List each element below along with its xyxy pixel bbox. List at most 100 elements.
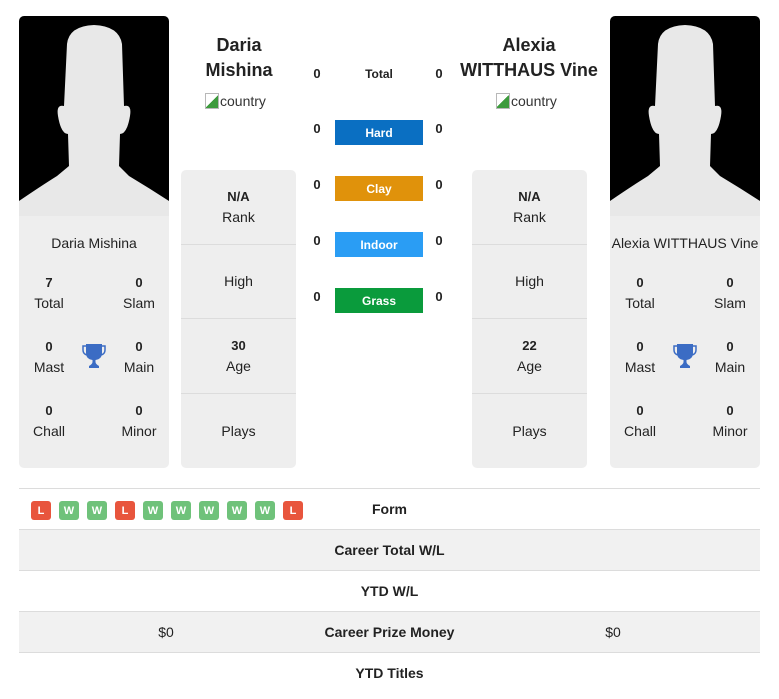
country-alt-text: country [220,93,266,109]
surface-badge-hard: Hard [335,120,423,145]
titles-main-label: Main [123,359,155,375]
stats-right-value: $0 [605,624,621,640]
h2h-indoor-row: 0 Indoor 0 [305,230,453,257]
form-badge-win[interactable]: W [87,501,107,520]
player-left-country-flag: country [205,93,266,109]
form-badge-loss[interactable]: L [283,501,303,520]
player-right-card: Alexia WITTHAUS Vine 0 Total 0 Slam 0 Ma… [610,16,760,468]
titles-minor: 0 Minor [700,401,760,441]
h2h-hard-right: 0 [435,121,443,136]
age-cell: 22 Age [472,319,587,394]
stats-row-career-wl: Career Total W/L [19,530,760,571]
titles-chall-value: 0 [636,403,644,418]
titles-mast-value: 0 [636,339,644,354]
titles-slam-value: 0 [726,275,734,290]
titles-total-value: 0 [636,275,644,290]
broken-image-icon [496,93,510,109]
plays-cell: Plays [472,394,587,469]
form-badge-win[interactable]: W [255,501,275,520]
player-right-info: N/A Rank High 22 Age Plays [472,170,587,468]
player-left-last-name: Mishina [205,60,273,80]
titles-minor-value: 0 [726,403,734,418]
titles-minor-label: Minor [712,423,748,439]
player-right-name[interactable]: Alexia WITTHAUS Vine [449,33,609,83]
player-left-card: Daria Mishina 7 Total 0 Slam 0 Mast 0 Ma… [19,16,169,468]
titles-main: 0 Main [109,337,169,377]
age-value: 30 [231,337,246,353]
player-right-card-name: Alexia WITTHAUS Vine [611,235,759,251]
titles-mast: 0 Mast [19,337,79,377]
h2h-indoor-right: 0 [435,233,443,248]
form-badge-loss[interactable]: L [115,501,135,520]
form-badge-win[interactable]: W [143,501,163,520]
titles-slam-label: Slam [123,295,155,311]
rank-cell: N/A Rank [181,170,296,245]
trophy-icon [82,344,106,368]
rank-label: Rank [513,208,546,225]
player-right-first-name: Alexia [502,35,556,55]
stats-left-value: $0 [158,624,174,640]
player-left-titles: 7 Total 0 Slam 0 Mast 0 Main 0 Chall 0 M… [19,273,169,468]
h2h-hard-row: 0 Hard 0 [305,118,453,145]
player-right-titles: 0 Total 0 Slam 0 Mast 0 Main 0 Chall 0 M… [610,273,760,468]
plays-cell: Plays [181,394,296,469]
high-cell: High [472,245,587,319]
form-badge-win[interactable]: W [59,501,79,520]
form-badge-win[interactable]: W [227,501,247,520]
stats-row-ytd-wl: YTD W/L [19,571,760,612]
silhouette-icon [19,25,169,216]
surface-badge-clay: Clay [335,176,423,201]
titles-slam-label: Slam [714,295,746,311]
high-label: High [515,273,544,290]
h2h-clay-right: 0 [435,177,443,192]
surface-badge-indoor: Indoor [335,232,423,257]
titles-minor: 0 Minor [109,401,169,441]
titles-minor-label: Minor [121,423,157,439]
rank-value: N/A [227,188,250,204]
rank-value: N/A [518,188,541,204]
plays-label: Plays [512,422,547,439]
titles-mast-label: Mast [33,359,65,375]
h2h-grass-left: 0 [313,289,321,304]
h2h-total-row: 0 Total 0 [305,63,453,89]
player-left-name[interactable]: Daria Mishina [159,33,319,83]
plays-label: Plays [221,422,256,439]
titles-main-value: 0 [726,339,734,354]
form-badge-win[interactable]: W [199,501,219,520]
player-right-last-name: WITTHAUS Vine [460,60,598,80]
form-badge-loss[interactable]: L [31,501,51,520]
titles-chall: 0 Chall [610,401,670,441]
surface-badge-grass: Grass [335,288,423,313]
h2h-clay-left: 0 [313,177,321,192]
form-badge-win[interactable]: W [171,501,191,520]
player-left-first-name: Daria [216,35,262,55]
titles-slam: 0 Slam [700,273,760,313]
form-badges-left: LWWLWWWWWL [31,501,303,520]
rank-label: Rank [222,208,255,225]
trophy-icon [673,344,697,368]
stats-right-value [563,530,663,570]
high-label: High [224,273,253,290]
titles-main-label: Main [714,359,746,375]
titles-mast: 0 Mast [610,337,670,377]
age-label: Age [226,357,251,374]
titles-minor-value: 0 [135,403,143,418]
stats-row-form: Form LWWLWWWWWL [19,489,760,530]
h2h-grass-row: 0 Grass 0 [305,286,453,313]
player-right-photo [610,16,760,216]
titles-chall-value: 0 [45,403,53,418]
h2h-hard-left: 0 [313,121,321,136]
titles-main: 0 Main [700,337,760,377]
stats-table: Form LWWLWWWWWL Career Total W/L YTD W/L… [19,488,760,694]
titles-total-value: 7 [45,275,53,290]
titles-total-label: Total [625,295,655,311]
titles-chall: 0 Chall [19,401,79,441]
stats-right-value [563,653,663,693]
player-left-card-name: Daria Mishina [51,235,137,251]
broken-image-icon [205,93,219,109]
titles-slam-value: 0 [135,275,143,290]
titles-total: 0 Total [610,273,670,313]
stats-right-value [563,571,663,611]
rank-cell: N/A Rank [472,170,587,245]
player-right-country-flag: country [496,93,557,109]
